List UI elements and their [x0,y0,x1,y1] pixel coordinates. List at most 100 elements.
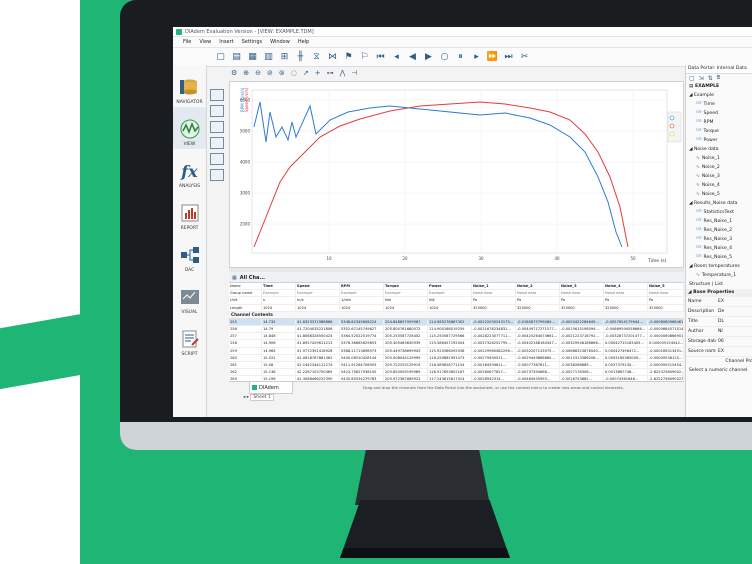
table-cell[interactable]: -0.00669594558666... [604,325,648,334]
table-icon[interactable]: ⊞ [279,52,290,63]
sheet-tab[interactable]: Sheet 1 [250,394,274,401]
cut-icon[interactable]: ✂ [519,52,530,63]
sort-icon[interactable]: ⇅ [708,75,713,82]
portal-channel-item[interactable]: ¹²³ StatisticsText [686,208,752,217]
header-cell[interactable]: 325000 [560,304,604,312]
export-icon[interactable]: ⇲ [699,75,704,82]
portal-channel-item[interactable]: ¹²³ Speed [686,109,752,118]
pin-icon[interactable]: ⊶ [327,69,334,77]
group-noise[interactable]: ◢ Noise data [686,145,752,154]
header-cell[interactable]: Noise data [516,290,560,298]
table-cell[interactable]: 205.800761680072 [384,325,428,334]
property-value[interactable]: EX [716,347,752,357]
search-icon[interactable]: ○ [439,52,450,63]
header-cell[interactable]: 325000 [472,304,516,312]
lasso-icon[interactable]: ◌ [291,69,297,77]
menu-settings[interactable]: Settings [242,39,263,45]
peak-icon[interactable]: ⋀ [340,69,346,77]
table-cell[interactable]: -0.00449717271577... [516,325,560,334]
portal-channel-item[interactable]: ¹²³ Res_Noise_1 [686,217,752,226]
marker-icon[interactable]: ⚐ [359,52,370,63]
table-cell[interactable]: 5348.82345608224 [340,318,384,326]
table-cell[interactable]: -0.0057624179944... [604,318,648,326]
header-cell[interactable]: Example [384,290,428,298]
nav-visual[interactable]: VISUAL [173,275,206,317]
portal-channel-item[interactable]: ∿ Noise_1 [686,154,752,163]
header-cell[interactable]: 1024 [384,304,428,312]
step-forward-icon[interactable]: ▸ [471,52,482,63]
zoom-y-icon[interactable]: ⊚ [279,69,285,77]
layout-6-icon[interactable] [210,169,224,181]
property-value[interactable]: DL [716,317,752,327]
table-cell[interactable]: -0.0160875799064... [516,318,560,326]
split-h-icon[interactable]: ╫ [295,52,306,63]
header-cell[interactable]: Noise_3 [560,283,604,291]
axis-icon[interactable]: ↗ [303,69,309,77]
table-cell[interactable]: -0.0029449868860... [516,354,560,362]
step-back-icon[interactable]: ◂ [391,52,402,63]
table-cell[interactable]: 262 [229,369,262,377]
table-cell[interactable]: 114.900168019259 [428,325,472,334]
header-cell[interactable]: Noise data [604,290,648,298]
pause-icon[interactable]: ⏸ [455,52,466,63]
table-cell[interactable]: 15.138 [262,369,296,377]
portal-channel-item[interactable]: ¹²³ Res_Noise_4 [686,244,752,253]
table-cell[interactable]: -0.00328737201477... [604,333,648,341]
table-cell[interactable]: 41.9772391416928 [296,347,340,355]
table-cell[interactable]: 116.917653852167 [428,369,472,377]
table-cell[interactable]: -0.00425264074661... [516,333,560,341]
table-cell[interactable]: 42.0618767861362 [296,354,340,362]
last-frame-icon[interactable]: ⏭ [503,52,514,63]
header-cell[interactable]: Power [428,283,472,291]
header-cell[interactable]: Length [229,304,262,312]
menu-insert[interactable]: Insert [219,39,233,45]
layout-5-icon[interactable] [210,153,224,165]
table-cell[interactable]: 205.722253129919 [384,361,428,370]
header-cell[interactable]: Pa [472,297,516,305]
layout-2-icon[interactable] [210,105,224,117]
table-cell[interactable]: -0.0028223077711... [472,333,516,341]
header-cell[interactable]: Pa [604,297,648,305]
table-cell[interactable]: 0.000427496472... [604,347,648,355]
table-cell[interactable]: -0.00009538125... [648,354,684,362]
table-cell[interactable]: 14.964 [262,347,296,355]
new-file-icon[interactable]: ▢ [215,52,226,63]
table-cell[interactable]: 14.79 [262,325,296,334]
table-cell[interactable]: 115.586457192004 [428,340,472,348]
table-cell[interactable]: -0.00260677827... [472,369,516,377]
measure-icon[interactable]: ⊣ [351,69,357,77]
table-cell[interactable]: -0.00737394866... [516,369,560,377]
table-cell[interactable]: 41.8068328550424 [296,333,340,341]
table-cell[interactable]: -0.00686323676540... [560,347,604,355]
chart-area[interactable]: 6000 5000 4000 3000 2000 10 20 30 40 50 RPM (1/m… [229,81,684,268]
table-cell[interactable]: 258 [229,340,262,348]
table-cell[interactable]: -0.0015313386208... [560,354,604,362]
menu-window[interactable]: Window [270,39,290,45]
table-cell[interactable]: 261 [229,361,262,370]
portal-channel-item[interactable]: ¹²³ RPM [686,118,752,127]
table-cell[interactable]: 115.250587729568 [428,333,472,341]
table-cell[interactable]: 116.259861991473 [428,354,472,362]
table-cell[interactable]: 15.08 [262,361,296,370]
layout-4-icon[interactable] [210,137,224,149]
nav-view[interactable]: VIEW [173,107,206,149]
cursor-icon[interactable]: ⧖ [311,52,322,63]
band-cursor-icon[interactable]: ⋈ [327,52,338,63]
layout-3-icon[interactable] [210,121,224,133]
header-cell[interactable]: 325000 [516,304,560,312]
table-cell[interactable]: 0.0013867748... [604,369,648,377]
portal-channel-item[interactable]: ¹²³ Res_Noise_3 [686,235,752,244]
group-example[interactable]: ◢ Example [686,91,752,100]
portal-channel-item[interactable]: ∿ Noise_3 [686,172,752,181]
play-icon[interactable]: ▶ [423,52,434,63]
table-cell[interactable]: 5400.06510428144 [340,354,384,362]
portal-channel-item[interactable]: ∿ Noise_2 [686,163,752,172]
portal-channel-item[interactable]: ¹²³ Res_Noise_5 [686,253,752,262]
portal-channel-item[interactable]: ∿ Noise_4 [686,181,752,190]
table-cell[interactable]: -0.0037326252795... [472,340,516,348]
table-cell[interactable]: -0.00222030243175... [472,318,516,326]
property-value[interactable]: EX [716,297,752,307]
table-cell[interactable]: 14.732 [262,318,296,326]
table-cell[interactable]: 5423.75827938105 [340,369,384,377]
menu-help[interactable]: Help [298,39,309,45]
